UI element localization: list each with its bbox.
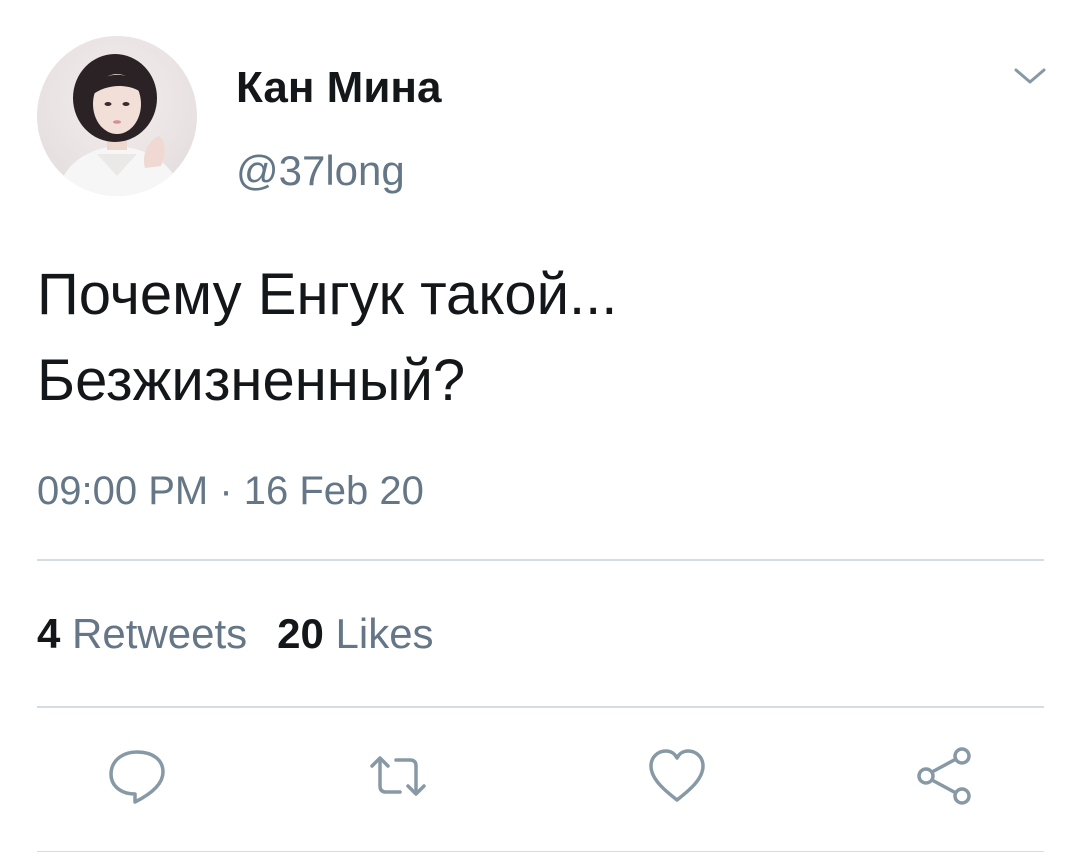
retweets-count: 4 [37, 610, 61, 657]
author-handle[interactable]: @37long [236, 144, 405, 198]
heart-icon[interactable] [645, 744, 709, 808]
avatar[interactable] [37, 36, 197, 196]
avatar-photo [37, 36, 197, 196]
share-icon[interactable] [912, 744, 976, 808]
likes-stat[interactable]: 20 Likes [277, 610, 433, 657]
chevron-down-icon[interactable] [1012, 64, 1048, 88]
author-name[interactable]: Кан Мина [236, 60, 441, 116]
divider [37, 559, 1044, 561]
likes-label: Likes [335, 610, 434, 657]
likes-count: 20 [277, 610, 324, 657]
retweets-label: Retweets [72, 610, 248, 657]
reply-icon[interactable] [105, 744, 169, 808]
retweets-stat[interactable]: 4 Retweets [37, 610, 247, 657]
tweet-stats: 4 Retweets 20 Likes [37, 606, 434, 662]
tweet-card: Кан Мина @37long Почему Енгук такой... Б… [0, 0, 1080, 868]
divider [37, 706, 1044, 708]
tweet-text: Почему Енгук такой... Безжизненный? [37, 262, 618, 413]
divider [37, 851, 1044, 852]
retweet-icon[interactable] [366, 744, 430, 808]
tweet-timestamp[interactable]: 09:00 PM · 16 Feb 20 [37, 464, 424, 518]
